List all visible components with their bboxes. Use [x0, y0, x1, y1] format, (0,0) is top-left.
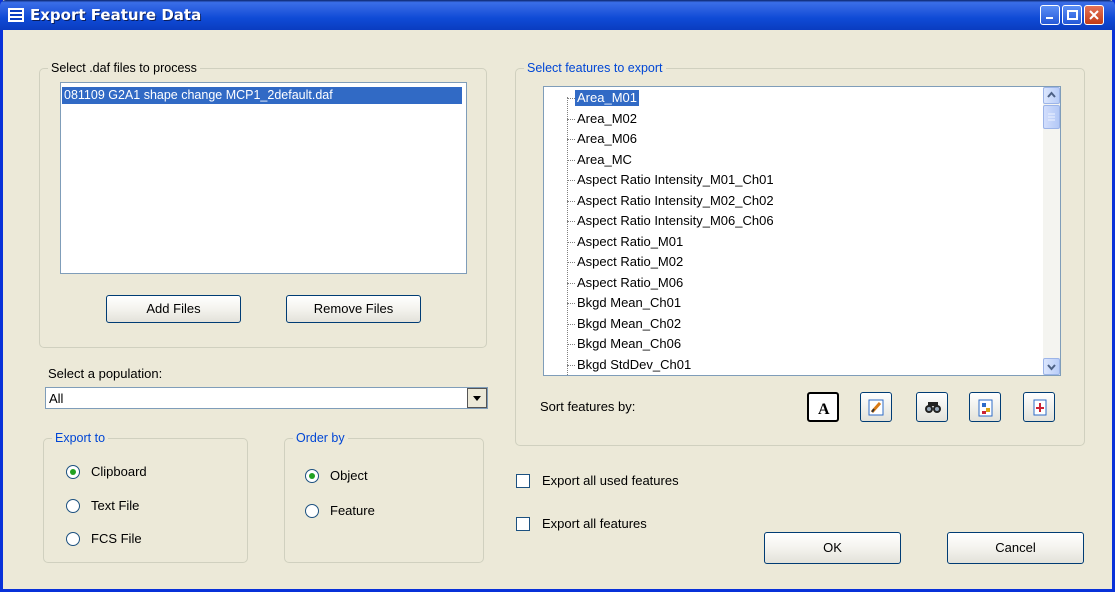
feature-tree-item[interactable]: Aspect Ratio Intensity_M02_Ch02	[544, 191, 1044, 211]
tree-branch-line	[567, 118, 575, 120]
export-feature-data-dialog: Export Feature Data Select .daf files to…	[0, 0, 1115, 592]
tree-branch-line	[567, 180, 575, 181]
combined-sort-button[interactable]	[1023, 392, 1055, 422]
feature-item-label: Aspect Ratio Intensity_M02_Ch02	[577, 192, 774, 208]
tree-branch-line	[567, 364, 575, 366]
add-files-button[interactable]: Add Files	[106, 295, 241, 323]
export-to-legend: Export to	[52, 431, 109, 446]
feature-tree-item[interactable]: Area_M06	[544, 129, 1044, 149]
feature-item-label: Bkgd StdDev_Ch01	[577, 356, 692, 372]
feature-tree-item[interactable]: Area_MC	[544, 150, 1044, 170]
order-by-group: Order by	[284, 431, 484, 563]
radio-icon[interactable]	[66, 499, 80, 513]
feature-tree-item[interactable]: Aspect Ratio Intensity_M06_Ch06	[544, 211, 1044, 231]
alphabetical-sort-icon: A	[818, 401, 830, 417]
tree-branch-line	[567, 221, 575, 222]
feature-item-label: Area_MC	[577, 151, 632, 167]
feature-tree-item[interactable]: Bkgd Mean_Ch02	[544, 314, 1044, 334]
scroll-thumb[interactable]	[1043, 105, 1060, 129]
minimize-button[interactable]	[1040, 5, 1060, 25]
feature-item-label: Area_M02	[577, 110, 637, 126]
ok-button[interactable]: OK	[764, 532, 901, 564]
files-listbox[interactable]: 081109 G2A1 shape change MCP1_2default.d…	[60, 82, 467, 274]
remove-files-button[interactable]: Remove Files	[286, 295, 421, 323]
tree-branch-line	[567, 262, 575, 263]
scroll-down-icon[interactable]	[1043, 358, 1060, 375]
title-bar[interactable]: Export Feature Data	[0, 0, 1115, 30]
binoculars-sort-button[interactable]	[916, 392, 948, 422]
svg-text:A: A	[818, 401, 830, 417]
checkbox-icon[interactable]	[516, 474, 530, 488]
tree-branch-line	[567, 344, 575, 345]
tree-branch-line	[567, 139, 575, 140]
edit-sort-button[interactable]	[860, 392, 892, 422]
feature-item-label: Bkgd Mean_Ch01	[577, 295, 682, 310]
population-label: Select a population:	[48, 366, 163, 381]
dropdown-arrow-icon[interactable]	[467, 388, 487, 408]
feature-tree-item[interactable]: Bkgd Mean_Ch06	[544, 334, 1044, 354]
window-title: Export Feature Data	[30, 6, 202, 24]
tree-branch-line	[567, 241, 575, 243]
export-textfile-label: Text File	[91, 498, 140, 513]
order-feature-label: Feature	[330, 503, 375, 518]
sort-features-label: Sort features by:	[540, 399, 636, 414]
feature-item-label: Aspect Ratio Intensity_M01_Ch01	[577, 172, 774, 187]
scroll-up-icon[interactable]	[1043, 87, 1060, 104]
category-sort-icon	[978, 399, 993, 417]
feature-item-label: Aspect Ratio_M01	[577, 233, 684, 249]
population-select[interactable]: All	[45, 387, 488, 409]
order-by-legend: Order by	[293, 431, 348, 446]
alphabetical-sort-button[interactable]: A	[807, 392, 839, 422]
feature-item-label: Bkgd Mean_Ch02	[577, 315, 682, 331]
vertical-scrollbar[interactable]	[1043, 87, 1060, 375]
radio-icon[interactable]	[305, 504, 319, 518]
features-tree[interactable]: Area_M01 Area_M02 Area_M06 Area_MC Aspect Ra…	[543, 86, 1061, 376]
edit-sort-icon	[868, 399, 884, 416]
feature-item-label: Bkgd Mean_Ch06	[577, 336, 682, 351]
feature-item-label: Aspect Ratio_M02	[577, 254, 684, 269]
feature-tree-item[interactable]: Bkgd StdDev_Ch01	[544, 355, 1044, 375]
feature-item-label: Aspect Ratio Intensity_M06_Ch06	[577, 213, 774, 228]
binoculars-sort-icon	[925, 402, 941, 413]
feature-tree-item[interactable]: Aspect Ratio_M06	[544, 273, 1044, 293]
feature-tree-item[interactable]: Aspect Ratio_M01	[544, 232, 1044, 252]
feature-tree-item[interactable]: Area_M02	[544, 109, 1044, 129]
feature-item-label: Area_M01	[575, 90, 639, 106]
tree-branch-line	[567, 303, 575, 304]
export-used-features-label: Export all used features	[542, 473, 679, 488]
population-value: All	[49, 391, 64, 406]
tree-branch-line	[567, 323, 575, 325]
tree-branch-line	[567, 159, 575, 161]
feature-item-label: Area_M06	[577, 131, 637, 146]
combined-sort-icon	[1033, 399, 1047, 416]
file-list-item[interactable]: 081109 G2A1 shape change MCP1_2default.d…	[62, 87, 462, 104]
order-object-label: Object	[330, 468, 368, 483]
cancel-button[interactable]: Cancel	[947, 532, 1084, 564]
feature-tree-item[interactable]: Aspect Ratio_M02	[544, 252, 1044, 272]
tree-branch-line	[567, 200, 575, 202]
export-clipboard-label: Clipboard	[91, 464, 147, 479]
export-fcsfile-label: FCS File	[91, 531, 142, 546]
tree-branch-line	[567, 282, 575, 284]
export-all-features-label: Export all features	[542, 516, 647, 531]
feature-item-label: Aspect Ratio_M06	[577, 274, 684, 290]
category-sort-button[interactable]	[969, 392, 1001, 422]
close-button[interactable]	[1084, 5, 1104, 25]
checkbox-icon[interactable]	[516, 517, 530, 531]
radio-selected-icon[interactable]	[66, 465, 80, 479]
app-icon	[8, 8, 24, 22]
features-group-legend: Select features to export	[524, 61, 666, 76]
tree-branch-line	[567, 98, 575, 99]
feature-tree-item[interactable]: Aspect Ratio Intensity_M01_Ch01	[544, 170, 1044, 190]
radio-selected-icon[interactable]	[305, 469, 319, 483]
feature-tree-item[interactable]: Area_M01	[544, 88, 1044, 108]
radio-icon[interactable]	[66, 532, 80, 546]
maximize-button[interactable]	[1062, 5, 1082, 25]
files-group-legend: Select .daf files to process	[48, 61, 200, 76]
feature-tree-item[interactable]: Bkgd Mean_Ch01	[544, 293, 1044, 313]
